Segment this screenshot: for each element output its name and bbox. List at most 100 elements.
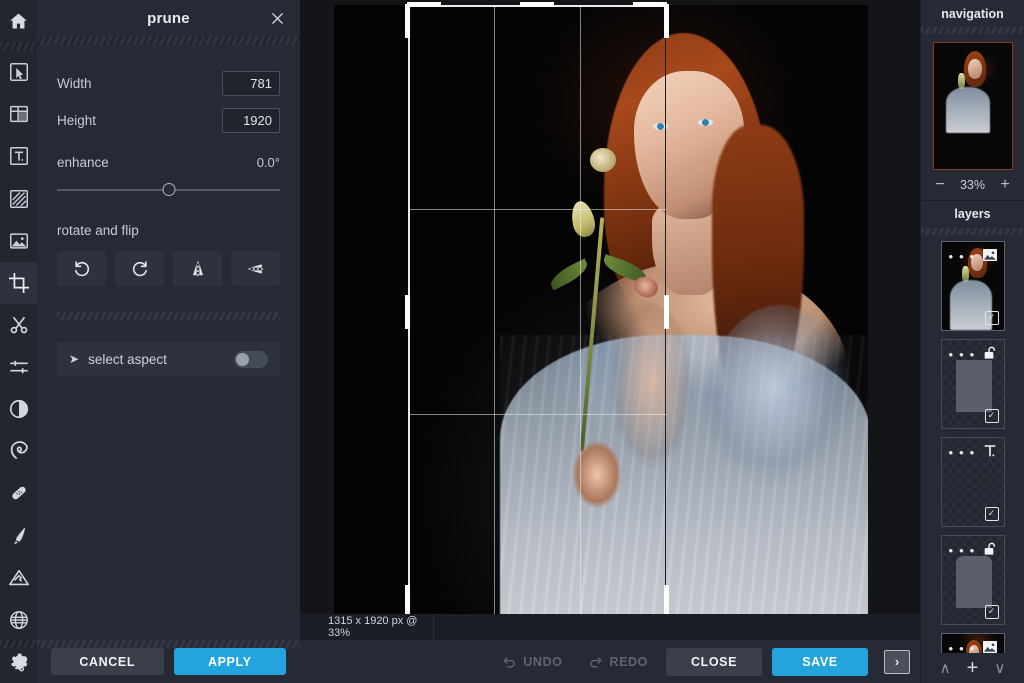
undo-button[interactable]: UNDO (494, 654, 570, 669)
width-input[interactable] (222, 71, 280, 96)
select-aspect-label: select aspect (88, 351, 167, 367)
expand-right-icon[interactable]: › (884, 649, 910, 674)
image-icon[interactable] (982, 639, 999, 653)
globe-grid-icon[interactable] (0, 599, 37, 641)
text-box-icon[interactable] (0, 135, 37, 177)
crop-icon[interactable] (0, 261, 37, 304)
minus-icon[interactable]: − (934, 177, 946, 193)
list-item[interactable]: • • • ✓ (940, 436, 1005, 527)
rotate-left-icon[interactable] (57, 251, 106, 286)
tool-rail (0, 0, 37, 683)
section-divider (57, 312, 280, 320)
image-icon[interactable] (982, 247, 999, 264)
select-aspect-toggle[interactable] (234, 350, 268, 368)
close-icon[interactable] (268, 9, 286, 27)
home-icon[interactable] (0, 0, 37, 42)
layer-visibility-checkbox[interactable]: ✓ (984, 604, 999, 619)
list-item[interactable]: • • • ✓ (940, 240, 1005, 331)
layer-menu-dots[interactable]: • • • (949, 348, 976, 361)
zoom-controls: − 33% + (921, 174, 1024, 200)
width-row: Width (57, 71, 280, 96)
cursor-select-icon[interactable] (0, 51, 37, 93)
layer-visibility-checkbox[interactable]: ✓ (984, 408, 999, 423)
layer-menu-dots[interactable]: • • • (949, 544, 976, 557)
navigation-divider (921, 27, 1024, 34)
image-editor-window: prune Width Height enhance 0.0° (0, 0, 1024, 683)
rotate-flip-title: rotate and flip (57, 223, 139, 238)
apply-button[interactable]: APPLY (173, 648, 286, 675)
panel-header: prune (37, 0, 300, 36)
chevron-down-icon[interactable]: ∨ (994, 661, 1005, 676)
photo-hand (568, 441, 626, 515)
spiral-icon[interactable] (0, 430, 37, 472)
panel-body: Width Height enhance 0.0° rotate and fli… (37, 45, 300, 683)
layer-menu-dots[interactable]: • • • (949, 250, 976, 263)
plus-icon[interactable]: + (999, 177, 1011, 193)
height-input[interactable] (222, 108, 280, 133)
enhance-header: enhance 0.0° (57, 155, 280, 170)
brush-icon[interactable] (0, 515, 37, 557)
mountain-triangle-icon[interactable] (0, 557, 37, 599)
height-row: Height (57, 108, 280, 133)
layer-menu-dots[interactable]: • • • (949, 446, 976, 459)
save-button[interactable]: SAVE (772, 647, 868, 676)
list-item[interactable]: • • • (940, 632, 1005, 653)
navigation-thumbnail[interactable] (933, 42, 1013, 170)
enhance-slider-knob[interactable] (162, 183, 175, 196)
photo-flower-bud-top (590, 148, 616, 172)
image-icon[interactable] (0, 220, 37, 262)
photo-sleeve (706, 305, 856, 510)
thumb-dress (946, 87, 990, 133)
status-bar: 1315 x 1920 px @ 33% (300, 614, 920, 640)
bandage-icon[interactable] (0, 472, 37, 514)
sliders-icon[interactable] (0, 346, 37, 388)
list-item[interactable]: • • • ✓ (940, 338, 1005, 429)
close-button[interactable]: CLOSE (666, 647, 762, 676)
layer-visibility-checkbox[interactable]: ✓ (984, 310, 999, 325)
layer-visibility-checkbox[interactable]: ✓ (984, 506, 999, 521)
enhance-value: 0.0° (256, 155, 280, 170)
list-item[interactable]: • • • ✓ (940, 534, 1005, 625)
canvas-viewport[interactable] (300, 0, 920, 628)
enhance-slider[interactable] (57, 183, 280, 197)
rail-separator-top (0, 42, 37, 52)
contrast-icon[interactable] (0, 388, 37, 430)
layer-shape-preview (955, 555, 992, 608)
unlock-icon[interactable] (982, 541, 999, 558)
layers-title: layers (954, 207, 991, 222)
photo-eye-left (653, 123, 668, 130)
width-label: Width (57, 76, 92, 91)
pattern-fill-icon[interactable] (0, 178, 37, 220)
panel-divider (37, 36, 300, 45)
gear-icon[interactable] (0, 640, 37, 683)
scissors-icon[interactable] (0, 304, 37, 346)
unlock-icon[interactable] (982, 345, 999, 362)
navigation-title: navigation (941, 6, 1004, 21)
plus-icon[interactable]: + (967, 658, 979, 678)
flip-vertical-icon[interactable] (231, 251, 280, 286)
select-aspect-row[interactable]: ➤ select aspect (57, 342, 280, 376)
layer-menu-dots[interactable]: • • • (949, 642, 976, 653)
redo-arrow-icon (588, 654, 603, 669)
flip-horizontal-icon[interactable] (173, 251, 222, 286)
panel-footer: CANCEL APPLY (37, 640, 300, 683)
zoom-value: 33% (959, 178, 986, 192)
chevron-up-icon[interactable]: ∧ (940, 661, 951, 676)
status-divider (433, 614, 434, 640)
layers-divider (921, 227, 1024, 235)
undo-label: UNDO (523, 654, 563, 669)
thumb-face (968, 59, 982, 79)
layout-panels-icon[interactable] (0, 93, 37, 135)
cancel-button[interactable]: CANCEL (51, 648, 164, 675)
page-title: prune (147, 9, 190, 27)
stage-footer: UNDO REDO CLOSE SAVE › (300, 640, 920, 683)
text-icon[interactable] (982, 443, 999, 460)
canvas-photo (334, 5, 868, 618)
redo-button[interactable]: REDO (580, 654, 656, 669)
prune-panel: prune Width Height enhance 0.0° (37, 0, 300, 683)
rotate-right-icon[interactable] (115, 251, 164, 286)
layers-toolbar: ∧ + ∨ (921, 653, 1024, 683)
navigation-preview[interactable] (921, 34, 1024, 174)
layers-list[interactable]: • • • ✓ • • • ✓ • • • ✓ • • • ✓ • • • (921, 235, 1024, 653)
canvas-size-status: 1315 x 1920 px @ 33% (328, 615, 418, 639)
